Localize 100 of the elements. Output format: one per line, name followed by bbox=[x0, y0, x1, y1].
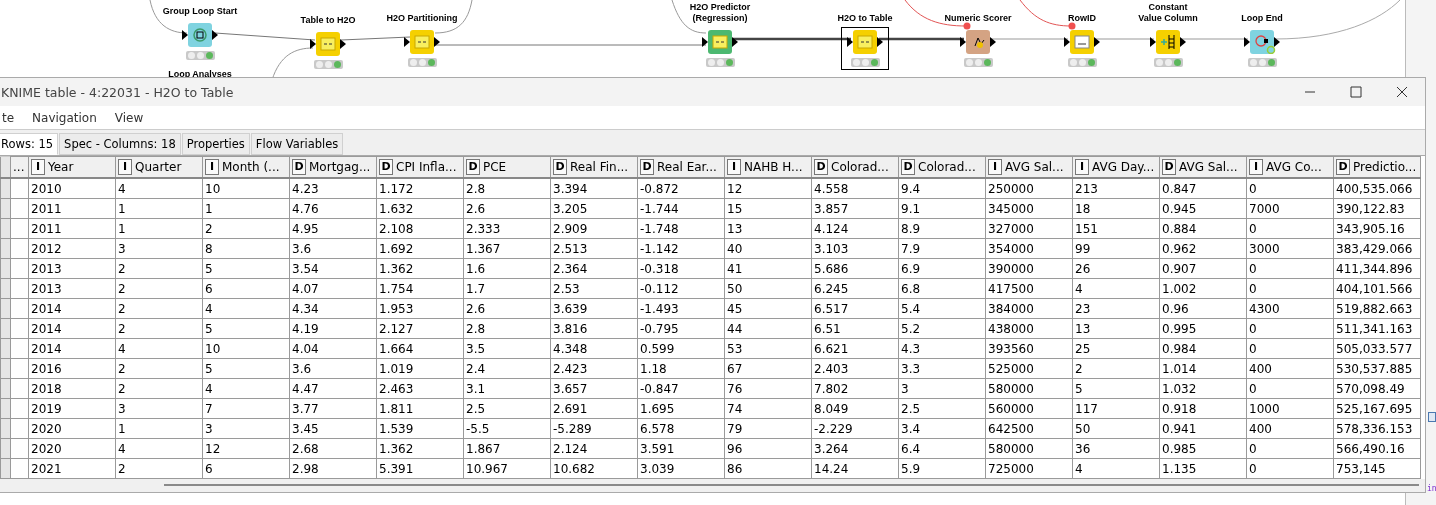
table-cell: 3 bbox=[202, 418, 290, 439]
node-icon[interactable] bbox=[701, 30, 739, 54]
node-icon[interactable] bbox=[1063, 30, 1101, 54]
column-header[interactable]: I AVG Co... bbox=[1246, 156, 1334, 178]
flow-variable-port[interactable] bbox=[963, 22, 971, 30]
table-cell: 2014 bbox=[28, 298, 116, 319]
table-cell: 2.423 bbox=[550, 358, 638, 379]
node-icon[interactable] bbox=[846, 30, 884, 54]
table-cell: 1 bbox=[202, 198, 290, 219]
table-cell: 25 bbox=[1072, 338, 1160, 359]
status-lights bbox=[185, 51, 215, 60]
menu-item[interactable]: te bbox=[0, 110, 17, 125]
column-header[interactable]: D CPI Infla... bbox=[376, 156, 464, 178]
table-cell: 1.002 bbox=[1159, 278, 1247, 299]
table-cell: 345000 bbox=[985, 198, 1073, 219]
table-cell: 2 bbox=[115, 358, 203, 379]
table-cell: 7 bbox=[202, 398, 290, 419]
node-icon[interactable] bbox=[959, 30, 997, 54]
table-cell: 393560 bbox=[985, 338, 1073, 359]
column-header[interactable]: I AVG Sal... bbox=[985, 156, 1073, 178]
table-cell: 4 bbox=[115, 178, 203, 199]
table-cell: 7.9 bbox=[898, 238, 986, 259]
table-cell: 45 bbox=[724, 298, 812, 319]
table-cell: 4300 bbox=[1246, 298, 1334, 319]
table-cell: -1.142 bbox=[637, 238, 725, 259]
table-cell: 2 bbox=[115, 318, 203, 339]
table-cell: 2.98 bbox=[289, 458, 377, 479]
table-cell: 6.9 bbox=[898, 258, 986, 279]
column-header[interactable]: D Colorad... bbox=[811, 156, 899, 178]
tab[interactable]: Flow Variables bbox=[250, 133, 344, 155]
node-label: H2O to Table bbox=[837, 12, 893, 24]
table-cell: 4 bbox=[202, 378, 290, 399]
column-name: Year bbox=[48, 160, 74, 174]
column-header[interactable]: I Quarter bbox=[115, 156, 203, 178]
table-cell: 5 bbox=[202, 258, 290, 279]
table-cell: -1.748 bbox=[637, 218, 725, 239]
table-cell: 525000 bbox=[985, 358, 1073, 379]
close-icon bbox=[1396, 86, 1408, 98]
node-icon[interactable] bbox=[403, 30, 441, 54]
column-name: AVG Day... bbox=[1092, 160, 1155, 174]
tab[interactable]: Properties bbox=[181, 133, 250, 155]
table-cell: 0 bbox=[1246, 338, 1334, 359]
table-cell: 0 bbox=[1246, 458, 1334, 479]
table-cell: 384000 bbox=[985, 298, 1073, 319]
table-cell: 41 bbox=[724, 258, 812, 279]
scrollbar-thumb[interactable] bbox=[164, 484, 1419, 486]
column-header[interactable]: I NAHB H... bbox=[724, 156, 812, 178]
column-header[interactable]: D Mortgag... bbox=[289, 156, 377, 178]
type-tag: I bbox=[988, 159, 1002, 175]
table-cell: 5 bbox=[202, 358, 290, 379]
node-label: Table to H2O bbox=[300, 14, 356, 26]
table-cell: 0.918 bbox=[1159, 398, 1247, 419]
table-cell: 4 bbox=[202, 298, 290, 319]
type-tag: D bbox=[379, 159, 393, 175]
connection-line bbox=[149, 0, 188, 34]
table-cell: 3.6 bbox=[289, 358, 377, 379]
table-cell: 4 bbox=[1072, 458, 1160, 479]
table-cell: 1.367 bbox=[463, 238, 551, 259]
tab[interactable]: Spec - Columns: 18 bbox=[59, 133, 181, 155]
table-cell: 404,101.566 bbox=[1333, 278, 1421, 299]
node-icon[interactable] bbox=[1243, 30, 1281, 54]
column-header[interactable]: D AVG Sal... bbox=[1159, 156, 1247, 178]
table-cell: 0 bbox=[1246, 218, 1334, 239]
menu-item[interactable]: View bbox=[112, 110, 146, 125]
table-cell: 0.884 bbox=[1159, 218, 1247, 239]
table-cell: 2013 bbox=[28, 278, 116, 299]
column-header[interactable]: I Month (... bbox=[202, 156, 290, 178]
table-cell: -1.744 bbox=[637, 198, 725, 219]
table-cell: 3.54 bbox=[289, 258, 377, 279]
table-cell: 642500 bbox=[985, 418, 1073, 439]
column-name: Predictio... bbox=[1353, 160, 1417, 174]
table-cell: -5.5 bbox=[463, 418, 551, 439]
table-cell: 117 bbox=[1072, 398, 1160, 419]
column-header[interactable]: D PCE bbox=[463, 156, 551, 178]
table-cell: 438000 bbox=[985, 318, 1073, 339]
tab[interactable]: Rows: 15 bbox=[0, 133, 59, 155]
table-cell: 0.945 bbox=[1159, 198, 1247, 219]
table-cell: 4.348 bbox=[550, 338, 638, 359]
menu-item[interactable]: Navigation bbox=[30, 110, 99, 125]
image-icon[interactable] bbox=[1428, 412, 1436, 422]
node-icon[interactable] bbox=[1149, 30, 1187, 54]
column-header[interactable]: D Colorad... bbox=[898, 156, 986, 178]
column-header[interactable]: I Year bbox=[28, 156, 116, 178]
node-icon[interactable] bbox=[309, 32, 347, 56]
column-header[interactable]: D Predictio... bbox=[1333, 156, 1421, 178]
table-cell: 2.333 bbox=[463, 218, 551, 239]
type-tag: D bbox=[466, 159, 480, 175]
table-cell: 0.847 bbox=[1159, 178, 1247, 199]
table-cell: 0.941 bbox=[1159, 418, 1247, 439]
table-cell: 0 bbox=[1246, 258, 1334, 279]
type-tag: D bbox=[814, 159, 828, 175]
table-cell: 1.811 bbox=[376, 398, 464, 419]
node-icon[interactable] bbox=[181, 23, 219, 47]
table-cell: 2014 bbox=[28, 338, 116, 359]
column-header[interactable]: I AVG Day... bbox=[1072, 156, 1160, 178]
column-header[interactable]: D Real Fin... bbox=[550, 156, 638, 178]
type-tag: D bbox=[640, 159, 654, 175]
column-header[interactable]: D Real Ear... bbox=[637, 156, 725, 178]
status-lights bbox=[705, 58, 735, 67]
flow-variable-port[interactable] bbox=[1068, 22, 1076, 30]
